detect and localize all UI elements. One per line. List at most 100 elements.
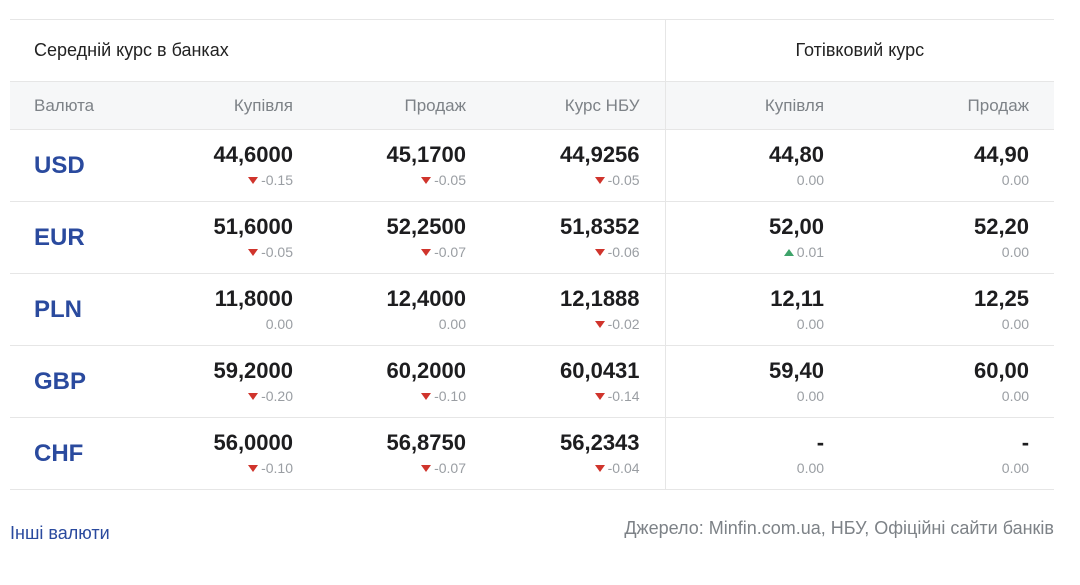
triangle-down-icon xyxy=(594,177,605,184)
rate-change-value: 0.00 xyxy=(1001,172,1030,188)
rate-value: 52,20 xyxy=(973,214,1030,239)
rate-value: 59,40 xyxy=(768,358,825,383)
exchange-rates-table: Середній курс в банках Готівковий курс В… xyxy=(10,19,1055,490)
rate-value: 44,80 xyxy=(768,142,825,167)
rate-change: -0.20 xyxy=(118,387,293,405)
group-header-row: Середній курс в банках Готівковий курс xyxy=(10,19,1055,82)
triangle-down-icon xyxy=(594,393,605,400)
triangle-down-icon xyxy=(421,249,432,256)
column-header-cash-sell: Продаж xyxy=(849,81,1055,130)
rate-cell-cash-sell: 12,25 0.00 xyxy=(849,273,1055,346)
column-header-nbu-rate: Курс НБУ xyxy=(491,81,666,130)
rate-change: -0.06 xyxy=(491,243,640,261)
rate-value: 60,00 xyxy=(973,358,1030,383)
rate-value: 56,8750 xyxy=(386,430,466,455)
triangle-up-icon xyxy=(783,249,794,256)
rate-change-value: 0.00 xyxy=(796,388,825,404)
rate-change-value: 0.00 xyxy=(796,460,825,476)
rate-value: 45,1700 xyxy=(386,142,466,167)
rate-cell-cash-buy: - 0.00 xyxy=(664,417,850,490)
source-note: Джерело: Minfin.com.ua, НБУ, Офіційні са… xyxy=(624,518,1054,538)
rate-value: 51,6000 xyxy=(213,214,293,239)
rate-change-value: 0.00 xyxy=(438,316,466,332)
triangle-down-icon xyxy=(421,393,432,400)
rate-change-value: 0.00 xyxy=(1001,388,1030,404)
rate-value: 52,2500 xyxy=(386,214,466,239)
rate-change-value: -0.02 xyxy=(607,316,640,332)
rate-cell-bank-sell: 56,8750 -0.07 xyxy=(318,417,491,490)
currency-code[interactable]: EUR xyxy=(10,201,118,274)
rate-change-value: 0.00 xyxy=(1001,316,1030,332)
rate-change: 0.00 xyxy=(318,315,466,333)
rate-cell-bank-buy: 56,0000 -0.10 xyxy=(118,417,318,490)
rate-value: 59,2000 xyxy=(213,358,293,383)
triangle-down-icon xyxy=(594,249,605,256)
rate-change-value: 0.00 xyxy=(1001,244,1030,260)
column-header-bank-buy: Купівля xyxy=(118,81,318,130)
currency-code[interactable]: CHF xyxy=(10,417,118,490)
rate-value: 56,2343 xyxy=(560,430,640,455)
rate-change: -0.05 xyxy=(318,171,466,189)
rate-change: 0.00 xyxy=(849,387,1029,405)
currency-code[interactable]: PLN xyxy=(10,273,118,346)
column-header-cash-buy: Купівля xyxy=(664,81,850,130)
rate-change-value: 0.00 xyxy=(1001,460,1030,476)
group-header-banks: Середній курс в банках xyxy=(10,19,666,82)
rate-cell-bank-sell: 52,2500 -0.07 xyxy=(318,201,491,274)
rate-cell-cash-buy: 52,00 0.01 xyxy=(664,201,850,274)
rate-cell-bank-sell: 12,4000 0.00 xyxy=(318,273,491,346)
group-header-cash: Готівковий курс xyxy=(664,19,1055,82)
rate-change: 0.00 xyxy=(666,171,825,189)
rate-change-value: 0.00 xyxy=(796,316,825,332)
rate-value: - xyxy=(816,430,825,455)
rate-change-value: 0.00 xyxy=(796,172,825,188)
triangle-down-icon xyxy=(248,465,259,472)
triangle-down-icon xyxy=(248,177,259,184)
rate-change-value: 0.01 xyxy=(796,244,825,260)
triangle-down-icon xyxy=(594,321,605,328)
column-header-bank-sell: Продаж xyxy=(318,81,491,130)
rate-row-chf: CHF 56,0000 -0.10 56,8750 -0.07 56,2343 -0.04 -… xyxy=(10,417,1055,490)
rate-cell-cash-buy: 44,80 0.00 xyxy=(664,129,850,202)
rate-value: 12,11 xyxy=(770,286,825,311)
rate-change: 0.01 xyxy=(666,243,825,261)
triangle-down-icon xyxy=(421,465,432,472)
rate-cell-bank-buy: 11,8000 0.00 xyxy=(118,273,318,346)
rate-row-pln: PLN 11,8000 0.00 12,4000 0.00 12,1888 -0.02 12,… xyxy=(10,273,1055,346)
rate-value: 60,0431 xyxy=(560,358,640,383)
rate-cell-nbu-rate: 51,8352 -0.06 xyxy=(491,201,666,274)
rate-change: 0.00 xyxy=(118,315,293,333)
rate-change: -0.02 xyxy=(491,315,640,333)
column-header-row: Валюта Купівля Продаж Курс НБУ Купівля П… xyxy=(10,81,1055,130)
rate-cell-bank-buy: 44,6000 -0.15 xyxy=(118,129,318,202)
rate-cell-nbu-rate: 56,2343 -0.04 xyxy=(491,417,666,490)
currency-code[interactable]: GBP xyxy=(10,345,118,418)
rate-change: -0.15 xyxy=(118,171,293,189)
rate-change: 0.00 xyxy=(666,315,825,333)
rate-cell-bank-sell: 60,2000 -0.10 xyxy=(318,345,491,418)
rate-cell-bank-buy: 51,6000 -0.05 xyxy=(118,201,318,274)
rate-change-value: -0.20 xyxy=(261,388,293,404)
rate-cell-cash-sell: 44,90 0.00 xyxy=(849,129,1055,202)
triangle-down-icon xyxy=(248,249,259,256)
rate-value: 44,90 xyxy=(973,142,1030,167)
rate-change: 0.00 xyxy=(666,459,825,477)
rate-change-value: -0.05 xyxy=(434,172,466,188)
rate-change-value: -0.07 xyxy=(434,460,466,476)
rate-change-value: 0.00 xyxy=(265,316,293,332)
rate-change: -0.10 xyxy=(318,387,466,405)
rate-change-value: -0.10 xyxy=(434,388,466,404)
rate-change-value: -0.07 xyxy=(434,244,466,260)
other-currencies-link[interactable]: Інші валюти xyxy=(10,523,110,544)
currency-code[interactable]: USD xyxy=(10,129,118,202)
rate-change: -0.04 xyxy=(491,459,640,477)
rate-change: 0.00 xyxy=(666,387,825,405)
rate-cell-nbu-rate: 60,0431 -0.14 xyxy=(491,345,666,418)
rate-change: -0.14 xyxy=(491,387,640,405)
rate-change-value: -0.05 xyxy=(607,172,640,188)
triangle-down-icon xyxy=(594,465,605,472)
rate-change: 0.00 xyxy=(849,315,1029,333)
rate-value: 11,8000 xyxy=(214,286,293,311)
rate-change: 0.00 xyxy=(849,171,1029,189)
rate-cell-nbu-rate: 44,9256 -0.05 xyxy=(491,129,666,202)
